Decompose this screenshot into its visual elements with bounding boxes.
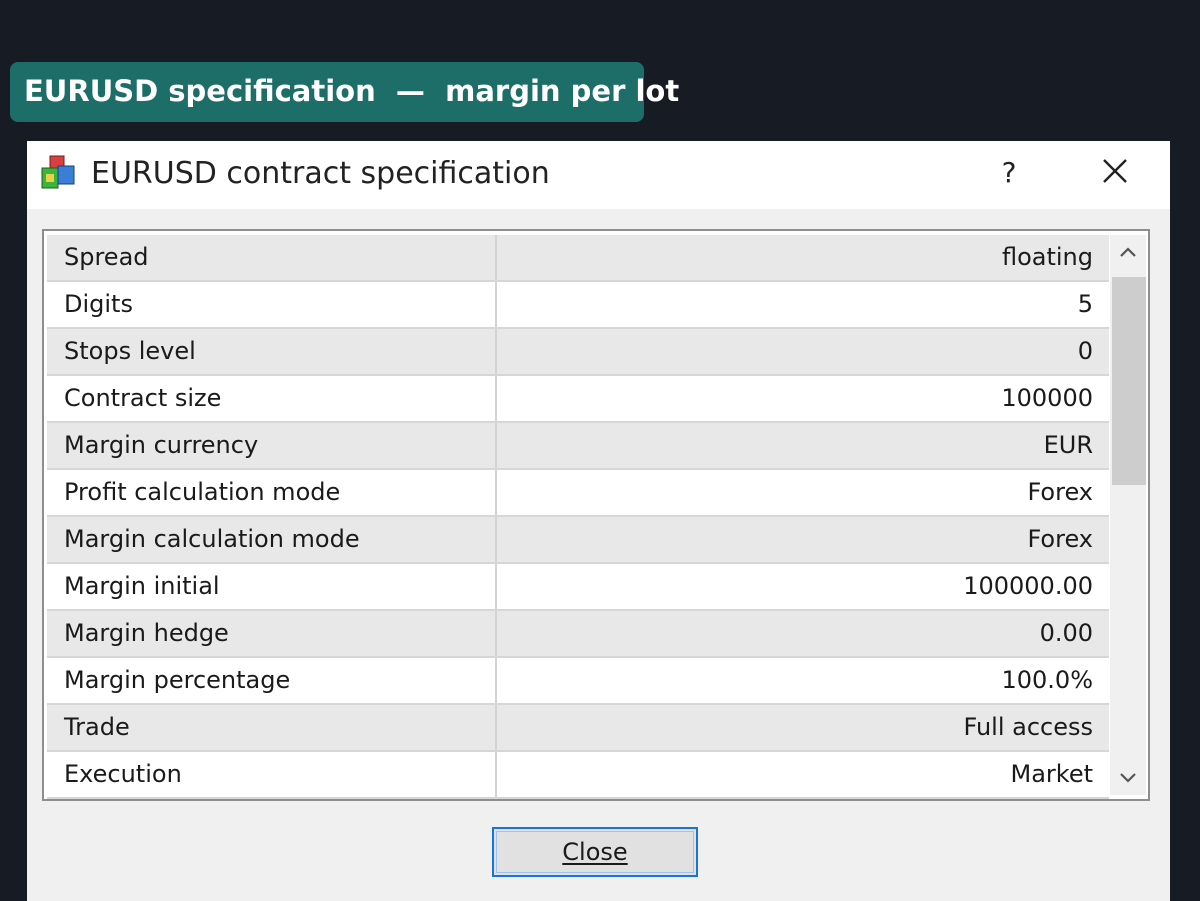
- scroll-down-icon[interactable]: [1110, 759, 1146, 795]
- close-button-label: Close: [562, 838, 628, 866]
- spec-row[interactable]: Execution Market: [47, 752, 1109, 799]
- spec-label: Margin calculation mode: [47, 517, 497, 562]
- specification-rows: Spread floating Digits 5 Stops level 0 Contrac…: [47, 235, 1109, 799]
- spec-label: Execution: [47, 752, 497, 797]
- caption-text: EURUSD specification — margin per lot: [24, 74, 680, 108]
- scroll-thumb[interactable]: [1112, 277, 1146, 485]
- close-button[interactable]: Close: [492, 827, 698, 877]
- spec-value: EUR: [1043, 431, 1093, 459]
- spec-value: 0.00: [1039, 619, 1093, 647]
- spec-row[interactable]: Margin currency EUR: [47, 423, 1109, 470]
- spec-row[interactable]: Margin percentage 100.0%: [47, 658, 1109, 705]
- spec-label: Trade: [47, 705, 497, 750]
- dialog-titlebar: EURUSD contract specification ?: [27, 141, 1170, 209]
- spec-row[interactable]: Digits 5: [47, 282, 1109, 329]
- spec-label: Margin hedge: [47, 611, 497, 656]
- spec-value: 5: [1077, 290, 1093, 318]
- spec-value: 0: [1077, 337, 1093, 365]
- caption-banner: EURUSD specification — margin per lot: [10, 62, 679, 122]
- help-button[interactable]: ?: [987, 151, 1031, 195]
- spec-value: Market: [1010, 760, 1094, 788]
- spec-row[interactable]: Spread floating: [47, 235, 1109, 282]
- specification-grid: Spread floating Digits 5 Stops level 0 Contrac…: [42, 229, 1150, 801]
- spec-value: Forex: [1027, 478, 1093, 506]
- spec-value: Forex: [1027, 525, 1093, 553]
- spec-label: Margin currency: [47, 423, 497, 468]
- spec-label: Margin percentage: [47, 658, 497, 703]
- mt-symbol-icon: [41, 155, 75, 189]
- spec-value: 100.0%: [1001, 666, 1093, 694]
- scroll-up-icon[interactable]: [1110, 235, 1146, 271]
- spec-label: Spread: [47, 235, 497, 280]
- spec-label: Stops level: [47, 329, 497, 374]
- spec-row[interactable]: Trade Full access: [47, 705, 1109, 752]
- spec-row[interactable]: Margin hedge 0.00: [47, 611, 1109, 658]
- spec-row[interactable]: Contract size 100000: [47, 376, 1109, 423]
- spec-value: floating: [1001, 243, 1093, 271]
- vertical-scrollbar[interactable]: [1110, 235, 1146, 795]
- spec-label: Contract size: [47, 376, 497, 421]
- dialog-title: EURUSD contract specification: [91, 156, 550, 191]
- spec-label: Profit calculation mode: [47, 470, 497, 515]
- spec-row[interactable]: Profit calculation mode Forex: [47, 470, 1109, 517]
- spec-value: 100000.00: [963, 572, 1093, 600]
- spec-row[interactable]: Margin calculation mode Forex: [47, 517, 1109, 564]
- contract-specification-dialog: EURUSD contract specification ? Spread fl…: [27, 141, 1170, 901]
- spec-label: Digits: [47, 282, 497, 327]
- close-icon[interactable]: [1093, 151, 1137, 195]
- spec-row[interactable]: Margin initial 100000.00: [47, 564, 1109, 611]
- spec-label: Margin initial: [47, 564, 497, 609]
- spec-row[interactable]: Stops level 0: [47, 329, 1109, 376]
- spec-value: Full access: [963, 713, 1093, 741]
- spec-value: 100000: [1001, 384, 1093, 412]
